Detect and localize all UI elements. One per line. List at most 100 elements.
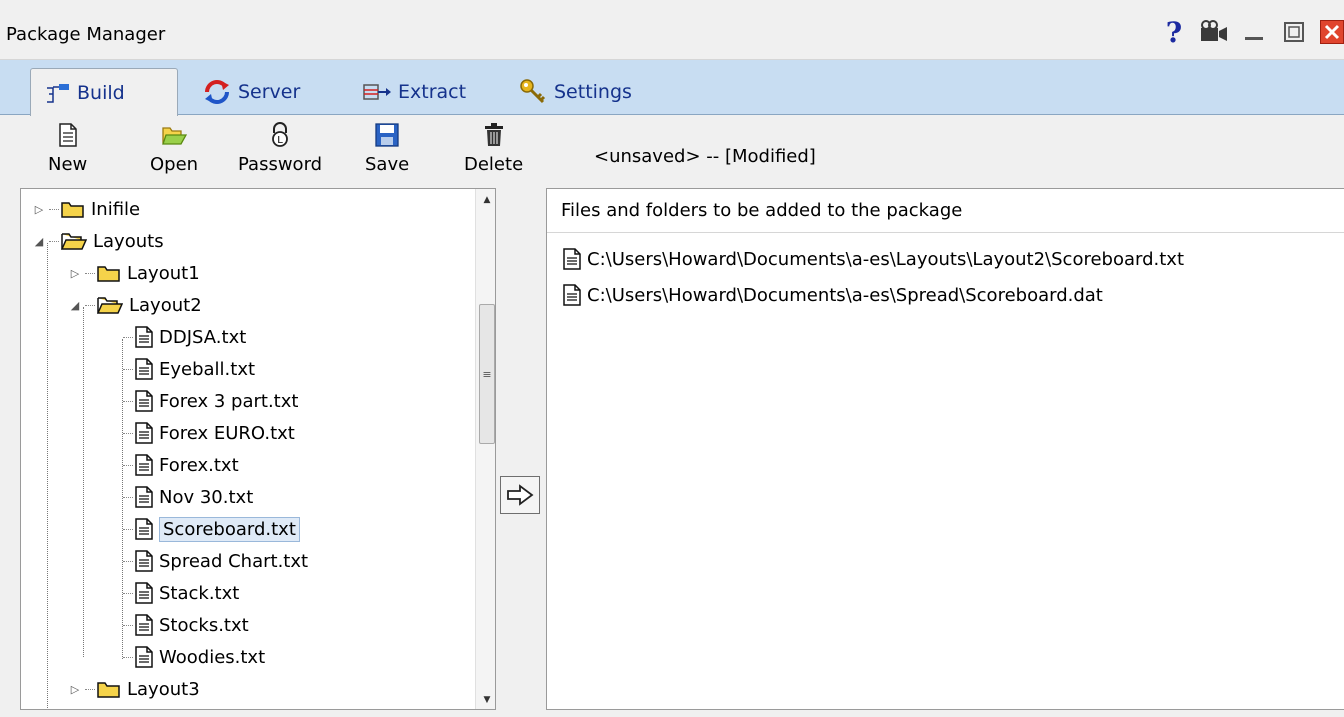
file-icon [563,284,581,306]
tab-server[interactable]: Server [202,68,300,115]
package-file-path: C:\Users\Howard\Documents\a-es\Spread\Sc… [587,284,1103,306]
delete-button-label: Delete [464,154,524,175]
tab-settings-label: Settings [554,80,632,103]
password-button-label: Password [238,154,323,175]
tree-file-item[interactable]: Stack.txt [103,577,239,609]
tree-file-item[interactable]: DDJSA.txt [103,321,246,353]
open-folder-icon [161,120,188,150]
tree-guide-line [47,243,48,708]
tree-folder-item[interactable]: ◢ Layout2 [65,289,202,321]
save-disk-icon [375,120,399,150]
file-icon [135,646,153,668]
tree-connector [123,656,133,658]
tree-file-item[interactable]: Woodies.txt [103,641,265,673]
tree-connector [123,528,133,530]
tab-server-label: Server [238,80,301,103]
folder-icon [97,264,121,282]
collapse-icon[interactable]: ◢ [65,299,85,312]
tree-item-label: Woodies.txt [159,646,266,668]
build-icon [45,82,71,104]
tree-folder-item[interactable]: ▷ Layout3 [65,673,200,705]
folder-open-icon [61,232,87,250]
tree-connector [123,592,133,594]
save-button[interactable]: Save [365,120,409,175]
package-file-item[interactable]: C:\Users\Howard\Documents\a-es\Layouts\L… [563,243,1184,275]
tree-item-label: Forex.txt [159,454,239,476]
svg-text:L: L [277,135,283,146]
tree-item-label: Forex EURO.txt [159,422,295,444]
folder-icon [97,680,121,698]
folder-icon [61,200,85,218]
expand-icon[interactable]: ▷ [29,203,49,216]
tree-folder-item[interactable]: ◢ Layouts [29,225,164,257]
tree-folder-item[interactable]: ▷ Inifile [29,193,140,225]
tree-connector [123,464,133,466]
tree-item-label: DDJSA.txt [159,326,247,348]
file-icon [135,614,153,636]
file-icon [135,454,153,476]
tree-item-label: Stocks.txt [159,614,249,636]
package-file-item[interactable]: C:\Users\Howard\Documents\a-es\Spread\Sc… [563,279,1103,311]
new-file-icon [58,120,78,150]
scrollbar-thumb[interactable]: ≡ [479,304,495,444]
bottom-border [0,710,1344,717]
help-icon[interactable]: ? [1154,16,1194,49]
package-file-list[interactable]: Files and folders to be added to the pac… [546,188,1344,710]
delete-button[interactable]: Delete [464,120,523,175]
password-button[interactable]: L Password [238,120,322,175]
open-button[interactable]: Open [150,120,198,175]
tree-file-item[interactable]: Nov 30.txt [103,481,253,513]
file-icon [135,486,153,508]
refresh-icon [202,77,232,107]
tree-file-item[interactable]: Forex EURO.txt [103,417,295,449]
tree-item-label: Stack.txt [159,582,240,604]
tree-file-item[interactable]: Eyeball.txt [103,353,255,385]
tree-item-label: Layout2 [129,294,202,316]
tree-file-item[interactable]: Forex 3 part.txt [103,385,298,417]
tree-connector [49,240,59,242]
tree-file-item[interactable]: Spread Chart.txt [103,545,308,577]
camera-icon[interactable] [1194,16,1234,48]
tree-connector [85,272,95,274]
expand-icon[interactable]: ▷ [65,683,85,696]
tab-extract-label: Extract [398,80,467,103]
scroll-up-icon[interactable]: ▲ [476,189,495,211]
close-icon[interactable] [1320,20,1344,44]
tree-item-label: Inifile [91,198,141,220]
expand-icon[interactable]: ▷ [65,267,85,280]
tree-file-item[interactable]: Scoreboard.txt [103,513,300,545]
tab-settings[interactable]: Settings [518,68,632,115]
scroll-down-icon[interactable]: ▼ [476,689,495,709]
file-icon [135,390,153,412]
arrow-right-icon [507,484,534,506]
add-to-package-button[interactable] [500,476,540,514]
tab-strip: Build Server Extract Settings [0,60,1344,116]
save-button-label: Save [365,154,410,175]
tree-connector [123,560,133,562]
tree-item-label: Forex 3 part.txt [159,390,299,412]
collapse-icon[interactable]: ◢ [29,235,49,248]
tree-folder-item[interactable]: ▷ Layout1 [65,257,200,289]
tree-item-label: Layout1 [127,262,200,284]
new-button[interactable]: New [48,120,87,175]
folder-tree[interactable]: ▷ Inifile ◢ Layouts ▷ Layout1 ◢ Layout2 DDJSA.tx… [20,188,496,710]
title-bar: Package Manager ? [0,0,1344,60]
tree-connector [123,368,133,370]
tree-file-item[interactable]: Stocks.txt [103,609,249,641]
file-icon [135,326,153,348]
tree-guide-line [83,307,84,657]
tab-build[interactable]: Build [30,68,178,116]
tab-extract[interactable]: Extract [362,68,466,115]
file-list-header: Files and folders to be added to the pac… [547,189,1344,233]
window-title: Package Manager [6,24,166,45]
minimize-icon[interactable] [1234,16,1274,48]
tree-scrollbar[interactable]: ▲ ≡ ▼ [475,189,495,709]
lock-icon: L [269,120,291,150]
file-icon [135,550,153,572]
tree-connector [123,432,133,434]
tree-item-label: Eyeball.txt [159,358,256,380]
extract-icon [362,81,392,103]
tree-file-item[interactable]: Forex.txt [103,449,239,481]
maximize-icon[interactable] [1274,16,1314,48]
tree-item-label: Nov 30.txt [159,486,254,508]
